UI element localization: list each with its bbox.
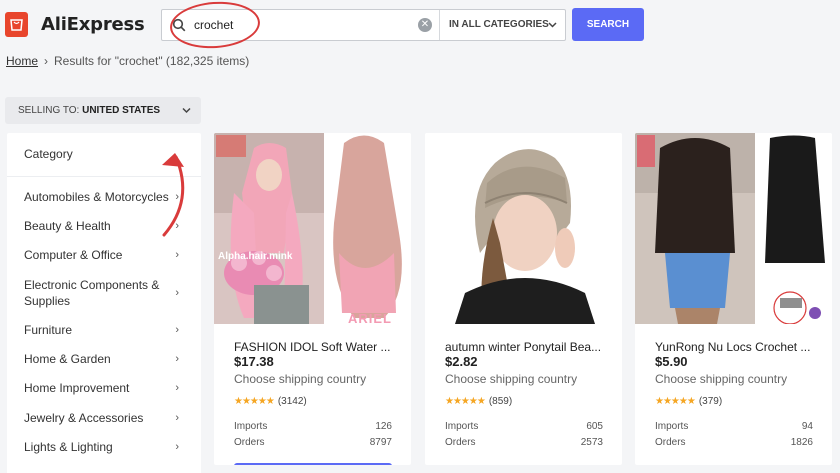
header: AliExpress ✕ IN ALL CATEGORIES SEARCH (0, 0, 840, 52)
category-item-label: Jewelry & Accessories (24, 411, 144, 425)
chevron-right-icon: › (175, 412, 179, 424)
review-count: (3142) (277, 396, 307, 407)
image-watermark: Alpha.hair.mink (218, 251, 293, 262)
selling-to-label: SELLING TO: (18, 105, 80, 116)
category-item-home-garden[interactable]: Home & Garden › (24, 351, 194, 367)
shipping-link[interactable]: Choose shipping country (655, 372, 787, 386)
category-item-label: Computer & Office (24, 248, 123, 262)
chevron-right-icon: › (175, 353, 179, 365)
review-count: (859) (488, 396, 513, 407)
chevron-right-icon: › (175, 382, 179, 394)
product-rating: ★★★★★ (859) (445, 396, 512, 407)
results-count: Results for "crochet" (182,325 items) (54, 54, 250, 68)
category-item-home-improvement[interactable]: Home Improvement › (24, 380, 194, 396)
category-item-label: Beauty & Health (24, 219, 111, 233)
category-title: Category (24, 147, 73, 161)
product-image[interactable]: Alpha.hair.mink ARIEL (214, 133, 411, 324)
clear-search-icon[interactable]: ✕ (418, 18, 432, 32)
category-select-label: IN ALL CATEGORIES (449, 19, 549, 30)
category-item-label: Furniture (24, 323, 73, 337)
chevron-right-icon: › (175, 249, 179, 261)
review-count: (379) (698, 396, 723, 407)
annotation-arrow-icon (162, 153, 185, 237)
category-item-label: Home Improvement (24, 381, 130, 395)
product-price: $5.90 (655, 354, 688, 369)
orders-label: Orders (445, 437, 476, 448)
product-card[interactable]: autumn winter Ponytail Bea... $2.82 Choo… (425, 133, 622, 465)
image-caption: ARIEL (348, 311, 392, 324)
add-to-import-button[interactable] (234, 463, 392, 465)
category-item-furniture[interactable]: Furniture › (24, 322, 194, 338)
breadcrumb-separator: › (44, 54, 49, 68)
orders-value: 2573 (580, 437, 603, 448)
chevron-right-icon: › (175, 324, 179, 336)
imports-value: 94 (801, 421, 813, 432)
product-image[interactable] (425, 133, 622, 324)
chevron-down-icon (182, 107, 191, 114)
product-card[interactable]: Alpha.hair.mink ARIEL FASHION IDOL Soft … (214, 133, 411, 465)
product-card[interactable]: YunRong Nu Locs Crochet ... $5.90 Choose… (635, 133, 832, 465)
orders-label: Orders (234, 437, 265, 448)
logo-text[interactable]: AliExpress (41, 14, 145, 35)
product-title[interactable]: FASHION IDOL Soft Water ... (234, 340, 399, 354)
orders-label: Orders (655, 437, 686, 448)
orders-stat: Orders 8797 (234, 437, 392, 448)
product-rating: ★★★★★ (379) (655, 396, 722, 407)
orders-stat: Orders 1826 (655, 437, 813, 448)
imports-label: Imports (234, 421, 268, 432)
orders-stat: Orders 2573 (445, 437, 603, 448)
category-item-label: Electronic Components & Supplies (24, 278, 160, 308)
product-title[interactable]: YunRong Nu Locs Crochet ... (655, 340, 820, 354)
category-item-label: Automobiles & Motorcycles (24, 190, 169, 204)
imports-label: Imports (445, 421, 479, 432)
category-item-computer[interactable]: Computer & Office › (24, 247, 194, 263)
category-item-jewelry[interactable]: Jewelry & Accessories › (24, 410, 194, 426)
category-select[interactable]: IN ALL CATEGORIES (439, 10, 567, 40)
shipping-link[interactable]: Choose shipping country (445, 372, 577, 386)
imports-value: 126 (375, 421, 392, 432)
breadcrumb-home-link[interactable]: Home (6, 54, 38, 68)
breadcrumb: Home › Results for "crochet" (182,325 item… (6, 54, 249, 68)
selling-to-value: UNITED STATES (82, 105, 161, 116)
star-rating-icon: ★★★★★ (655, 396, 696, 407)
chevron-right-icon: › (175, 441, 179, 453)
category-item-label: Home & Garden (24, 352, 111, 366)
chevron-down-icon (548, 22, 557, 28)
orders-value: 1826 (790, 437, 813, 448)
imports-value: 605 (586, 421, 603, 432)
category-item-electronic[interactable]: Electronic Components & Supplies › (24, 277, 179, 309)
shipping-link[interactable]: Choose shipping country (234, 372, 366, 386)
selling-to-dropdown[interactable]: SELLING TO: UNITED STATES (5, 97, 201, 124)
search-button[interactable]: SEARCH (572, 8, 644, 41)
annotation-circle (168, 0, 262, 52)
orders-value: 8797 (369, 437, 392, 448)
product-image[interactable] (635, 133, 832, 324)
chevron-right-icon: › (175, 287, 179, 299)
category-item-label: Lights & Lighting (24, 440, 113, 454)
category-item-lights[interactable]: Lights & Lighting › (24, 439, 194, 455)
aliexpress-logo-icon[interactable] (5, 12, 28, 37)
product-price: $2.82 (445, 354, 478, 369)
product-title[interactable]: autumn winter Ponytail Bea... (445, 340, 610, 354)
imports-label: Imports (655, 421, 689, 432)
imports-stat: Imports 94 (655, 421, 813, 432)
product-rating: ★★★★★ (3142) (234, 396, 307, 407)
star-rating-icon: ★★★★★ (445, 396, 486, 407)
product-price: $17.38 (234, 354, 274, 369)
imports-stat: Imports 126 (234, 421, 392, 432)
star-rating-icon: ★★★★★ (234, 396, 275, 407)
imports-stat: Imports 605 (445, 421, 603, 432)
